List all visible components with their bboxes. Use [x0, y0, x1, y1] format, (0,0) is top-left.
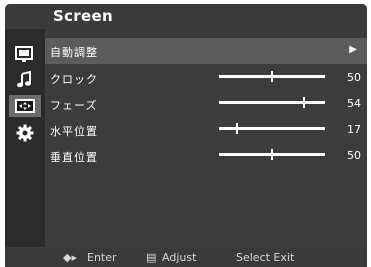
slider-thumb[interactable] — [236, 123, 239, 134]
phase-value: 54 — [347, 97, 361, 110]
enter-hint-label: Enter — [87, 251, 117, 264]
h-position-value: 17 — [347, 123, 361, 136]
menu-row-v-position[interactable]: 垂直位置 50 — [45, 143, 367, 169]
sidebar-item-screen[interactable] — [9, 95, 41, 117]
slider-thumb[interactable] — [271, 71, 273, 82]
phase-slider[interactable] — [219, 97, 325, 108]
adjust-hint-label: Adjust — [162, 251, 197, 264]
menu-row-label: 垂直位置 — [50, 151, 98, 164]
gear-icon — [16, 124, 34, 142]
settings-panel: 自動調整 ▶ クロック 50 フェーズ 54 水平位置 17 垂直位置 50 — [45, 29, 367, 247]
adjust-hint-icon: ▤ — [146, 251, 157, 264]
clock-value: 50 — [347, 71, 361, 84]
screen-icon — [15, 99, 35, 113]
menu-row-clock[interactable]: クロック 50 — [45, 65, 367, 91]
h-position-slider[interactable] — [219, 123, 325, 134]
v-position-slider[interactable] — [219, 149, 325, 160]
hint-bar: ◆▸ Enter ▤ Adjust Select Exit — [5, 247, 367, 267]
menu-title: Screen — [53, 7, 113, 25]
submenu-arrow-icon: ▶ — [349, 44, 357, 55]
sidebar-item-setup[interactable] — [9, 122, 41, 144]
menu-row-phase[interactable]: フェーズ 54 — [45, 91, 367, 117]
menu-row-auto-adjust[interactable]: 自動調整 ▶ — [45, 38, 367, 64]
menu-row-label: 自動調整 — [50, 46, 98, 59]
osd-menu: Screen 自動調整 ▶ クロック 50 フェーズ 54 水平位置 17 垂直… — [5, 4, 367, 267]
v-position-value: 50 — [347, 149, 361, 162]
menu-row-label: フェーズ — [50, 99, 98, 112]
menu-row-label: クロック — [50, 73, 98, 86]
select-exit-hint-label: Select Exit — [236, 251, 295, 264]
picture-icon — [15, 46, 33, 62]
sidebar-item-audio[interactable] — [9, 69, 41, 91]
enter-hint-icon: ◆▸ — [63, 251, 77, 264]
clock-slider[interactable] — [219, 71, 325, 82]
menu-header: Screen — [5, 4, 367, 29]
sidebar-item-picture[interactable] — [9, 43, 41, 65]
music-note-icon — [17, 71, 31, 88]
slider-thumb[interactable] — [302, 97, 305, 108]
menu-row-label: 水平位置 — [50, 125, 98, 138]
slider-thumb[interactable] — [271, 149, 273, 160]
sidebar — [5, 29, 45, 247]
menu-row-h-position[interactable]: 水平位置 17 — [45, 117, 367, 143]
